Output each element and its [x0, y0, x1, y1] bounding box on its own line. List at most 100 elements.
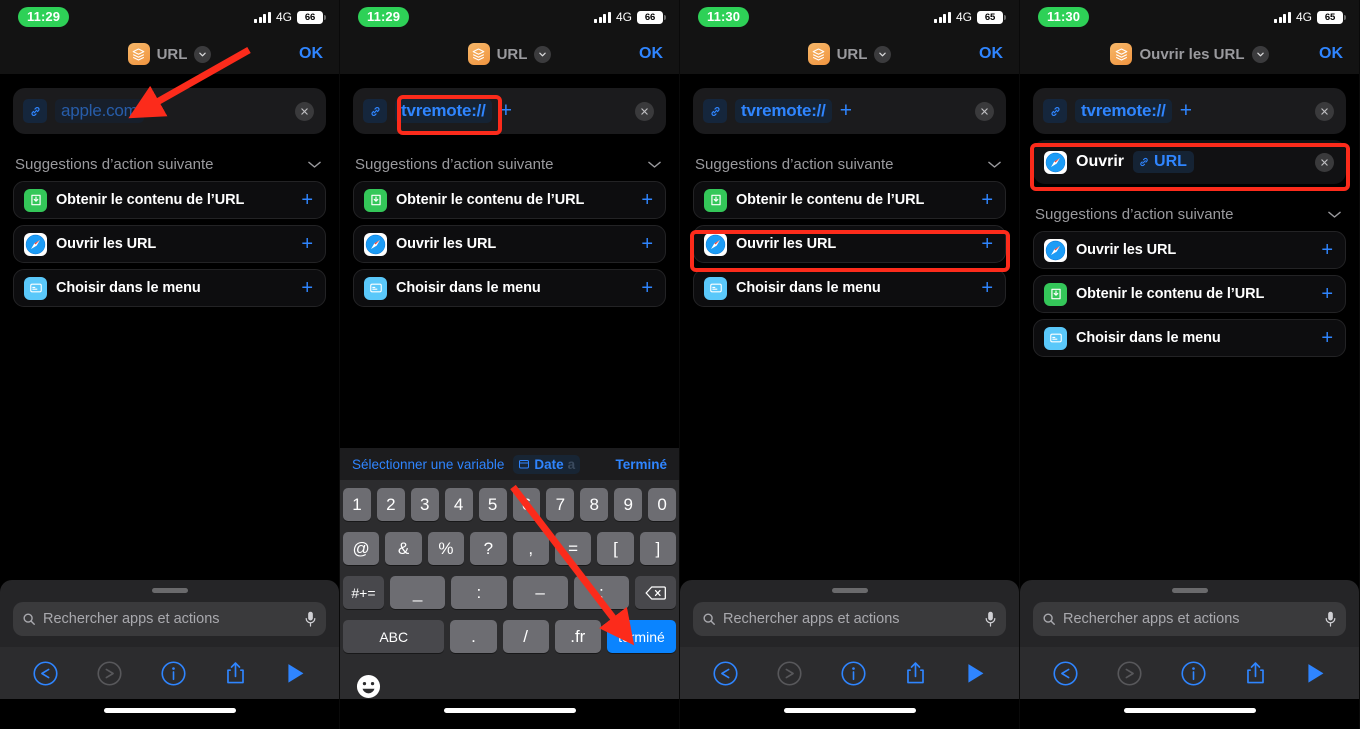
suggestions-section-header[interactable]: Suggestions d’action suivante: [13, 156, 326, 173]
sheet-grabber[interactable]: [831, 588, 868, 593]
add-suggestion-button[interactable]: +: [981, 190, 993, 210]
key-0[interactable]: 0: [648, 488, 677, 521]
url-input-field[interactable]: tvremote:// +: [693, 88, 1006, 134]
key-2[interactable]: 2: [376, 488, 405, 521]
suggestion-row[interactable]: Ouvrir les URL +: [13, 225, 326, 263]
search-input[interactable]: Rechercher apps et actions: [723, 611, 977, 627]
chevron-down-icon[interactable]: [1327, 210, 1342, 219]
key-6[interactable]: 6: [512, 488, 541, 521]
search-input[interactable]: Rechercher apps et actions: [43, 611, 297, 627]
add-suggestion-button[interactable]: +: [1321, 328, 1333, 348]
key-3[interactable]: 3: [410, 488, 439, 521]
play-icon[interactable]: [964, 661, 987, 686]
key-1[interactable]: 1: [342, 488, 371, 521]
add-suggestion-button[interactable]: +: [301, 278, 313, 298]
key-symbol-5[interactable]: =: [554, 532, 592, 565]
clear-field-button[interactable]: [635, 101, 654, 121]
suggestion-row[interactable]: Choisir dans le menu +: [13, 269, 326, 307]
suggestions-section-header[interactable]: Suggestions d’action suivante: [353, 156, 666, 173]
url-value-token[interactable]: tvremote://: [395, 99, 492, 123]
key-4[interactable]: 4: [444, 488, 473, 521]
action-card-variable-chip[interactable]: URL: [1133, 151, 1194, 173]
sheet-grabber[interactable]: [151, 588, 188, 593]
add-suggestion-button[interactable]: +: [981, 278, 993, 298]
suggestion-row[interactable]: Ouvrir les URL +: [1033, 231, 1346, 269]
key-7[interactable]: 7: [546, 488, 575, 521]
clear-field-button[interactable]: [295, 101, 314, 121]
key-9[interactable]: 9: [614, 488, 643, 521]
url-input-field[interactable]: tvremote:// +: [1033, 88, 1346, 134]
info-icon[interactable]: [160, 660, 187, 687]
select-variable-button[interactable]: Sélectionner une variable: [352, 457, 504, 472]
keyboard-done-button[interactable]: Terminé: [615, 457, 667, 472]
ok-button[interactable]: OK: [299, 45, 323, 63]
suggestion-row[interactable]: Obtenir le contenu de l’URL +: [1033, 275, 1346, 313]
key-symbol-4[interactable]: ,: [512, 532, 549, 565]
key-bottom-2[interactable]: /: [502, 620, 549, 653]
key-symbol-1[interactable]: &: [385, 532, 422, 565]
add-suggestion-button[interactable]: +: [1321, 240, 1333, 260]
chevron-down-icon[interactable]: [647, 160, 662, 169]
add-suggestion-button[interactable]: +: [641, 278, 653, 298]
suggestions-section-header[interactable]: Suggestions d’action suivante: [693, 156, 1006, 173]
add-variable-button[interactable]: +: [500, 100, 512, 123]
play-icon[interactable]: [1304, 661, 1327, 686]
nav-title-group[interactable]: Ouvrir les URL: [1110, 43, 1269, 65]
suggestion-row[interactable]: Choisir dans le menu +: [1033, 319, 1346, 357]
key-alt-0[interactable]: #+=: [342, 576, 384, 609]
info-icon[interactable]: [1180, 660, 1207, 687]
undo-icon[interactable]: [32, 660, 59, 687]
chevron-down-icon[interactable]: [534, 45, 552, 63]
add-suggestion-button[interactable]: +: [641, 190, 653, 210]
action-card-open-urls[interactable]: Ouvrir URL: [1033, 140, 1346, 184]
key-symbol-0[interactable]: @: [343, 532, 380, 565]
ok-button[interactable]: OK: [1319, 45, 1343, 63]
suggestion-row[interactable]: Ouvrir les URL +: [693, 225, 1006, 263]
return-key[interactable]: terminé: [606, 620, 677, 653]
chevron-down-icon[interactable]: [1251, 45, 1269, 63]
key-alt-1[interactable]: _: [389, 576, 446, 609]
suggestion-row[interactable]: Choisir dans le menu +: [693, 269, 1006, 307]
key-alt-3[interactable]: –: [512, 576, 568, 609]
add-suggestion-button[interactable]: +: [301, 190, 313, 210]
search-bar[interactable]: Rechercher apps et actions: [1033, 602, 1346, 636]
suggestions-section-header[interactable]: Suggestions d’action suivante: [1033, 206, 1346, 223]
ok-button[interactable]: OK: [979, 45, 1003, 63]
emoji-icon[interactable]: [340, 668, 679, 699]
chevron-down-icon[interactable]: [194, 45, 212, 63]
undo-icon[interactable]: [712, 660, 739, 687]
key-5[interactable]: 5: [478, 488, 507, 521]
key-alt-4[interactable]: ;: [573, 576, 630, 609]
search-bar[interactable]: Rechercher apps et actions: [693, 602, 1006, 636]
date-variable-chip[interactable]: Date a: [513, 454, 581, 474]
search-input[interactable]: Rechercher apps et actions: [1063, 611, 1317, 627]
key-symbol-6[interactable]: [: [597, 532, 634, 565]
nav-title-group[interactable]: URL: [807, 43, 892, 65]
key-8[interactable]: 8: [580, 488, 609, 521]
suggestion-row[interactable]: Obtenir le contenu de l’URL +: [13, 181, 326, 219]
url-input-field[interactable]: apple.com: [13, 88, 326, 134]
add-suggestion-button[interactable]: +: [981, 234, 993, 254]
backspace-icon[interactable]: [635, 576, 677, 609]
add-suggestion-button[interactable]: +: [1321, 284, 1333, 304]
url-value-token[interactable]: tvremote://: [735, 99, 832, 123]
clear-field-button[interactable]: [1315, 101, 1334, 121]
add-suggestion-button[interactable]: +: [301, 234, 313, 254]
add-variable-button[interactable]: +: [840, 100, 852, 123]
suggestion-row[interactable]: Obtenir le contenu de l’URL +: [353, 181, 666, 219]
chevron-down-icon[interactable]: [987, 160, 1002, 169]
search-bar[interactable]: Rechercher apps et actions: [13, 602, 326, 636]
url-value-token[interactable]: apple.com: [55, 99, 144, 123]
add-variable-button[interactable]: +: [1180, 100, 1192, 123]
play-icon[interactable]: [284, 661, 307, 686]
ok-button[interactable]: OK: [639, 45, 663, 63]
share-icon[interactable]: [224, 660, 247, 687]
share-icon[interactable]: [1244, 660, 1267, 687]
suggestion-row[interactable]: Obtenir le contenu de l’URL +: [693, 181, 1006, 219]
undo-icon[interactable]: [1052, 660, 1079, 687]
sheet-grabber[interactable]: [1171, 588, 1208, 593]
share-icon[interactable]: [904, 660, 927, 687]
key-symbol-2[interactable]: %: [427, 532, 465, 565]
url-value-token[interactable]: tvremote://: [1075, 99, 1172, 123]
add-suggestion-button[interactable]: +: [641, 234, 653, 254]
